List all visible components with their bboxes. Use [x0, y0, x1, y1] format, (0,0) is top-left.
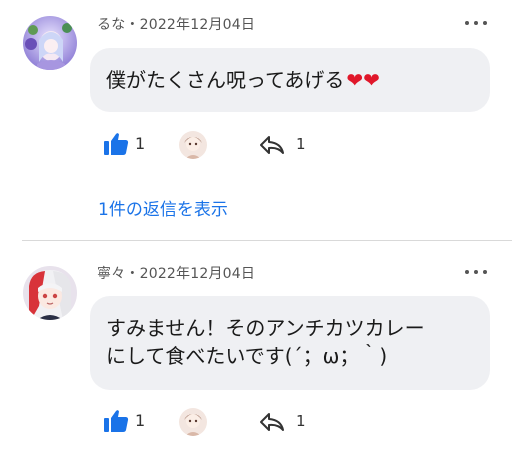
like-count: 1 — [135, 411, 146, 430]
comment-text: すみません！そのアンチカツカレー にして食べたいです(´；ω；｀) — [106, 316, 425, 368]
comment-actions: 1 1 — [0, 130, 512, 160]
author-name[interactable]: るな — [97, 17, 125, 33]
comment-meta: 寧々・2022年12月04日 — [97, 263, 255, 283]
comment-bubble: 僕がたくさん呪ってあげる ❤❤ — [90, 48, 490, 112]
comment-meta: るな・2022年12月04日 — [97, 14, 255, 34]
comment-actions: 1 1 — [0, 407, 512, 437]
thumbs-up-icon[interactable] — [103, 132, 129, 156]
reply-arrow-icon[interactable] — [258, 134, 286, 156]
meta-separator: ・ — [125, 266, 140, 282]
show-replies-link[interactable]: 1件の返信を表示 — [98, 195, 228, 220]
thumbs-up-icon[interactable] — [103, 409, 129, 433]
comment-date: 2022年12月04日 — [139, 266, 256, 282]
comment-text: 僕がたくさん呪ってあげる — [106, 68, 345, 92]
reactor-avatar[interactable] — [179, 408, 207, 436]
reply-count: 1 — [296, 135, 306, 153]
more-dots-icon[interactable] — [465, 19, 487, 27]
like-count: 1 — [135, 134, 146, 153]
comment-date: 2022年12月04日 — [139, 17, 256, 33]
reactor-avatar[interactable] — [179, 131, 207, 159]
reply-count: 1 — [296, 412, 306, 430]
avatar-runa[interactable] — [23, 16, 77, 70]
author-name[interactable]: 寧々 — [97, 266, 125, 282]
more-dots-icon[interactable] — [465, 268, 487, 276]
reply-arrow-icon[interactable] — [258, 411, 286, 433]
comment-bubble: すみません！そのアンチカツカレー にして食べたいです(´；ω；｀) — [90, 296, 490, 390]
meta-separator: ・ — [125, 17, 140, 33]
heart-emoji: ❤❤ — [346, 68, 380, 92]
avatar-nene[interactable] — [23, 266, 77, 320]
comment-divider — [22, 240, 512, 241]
